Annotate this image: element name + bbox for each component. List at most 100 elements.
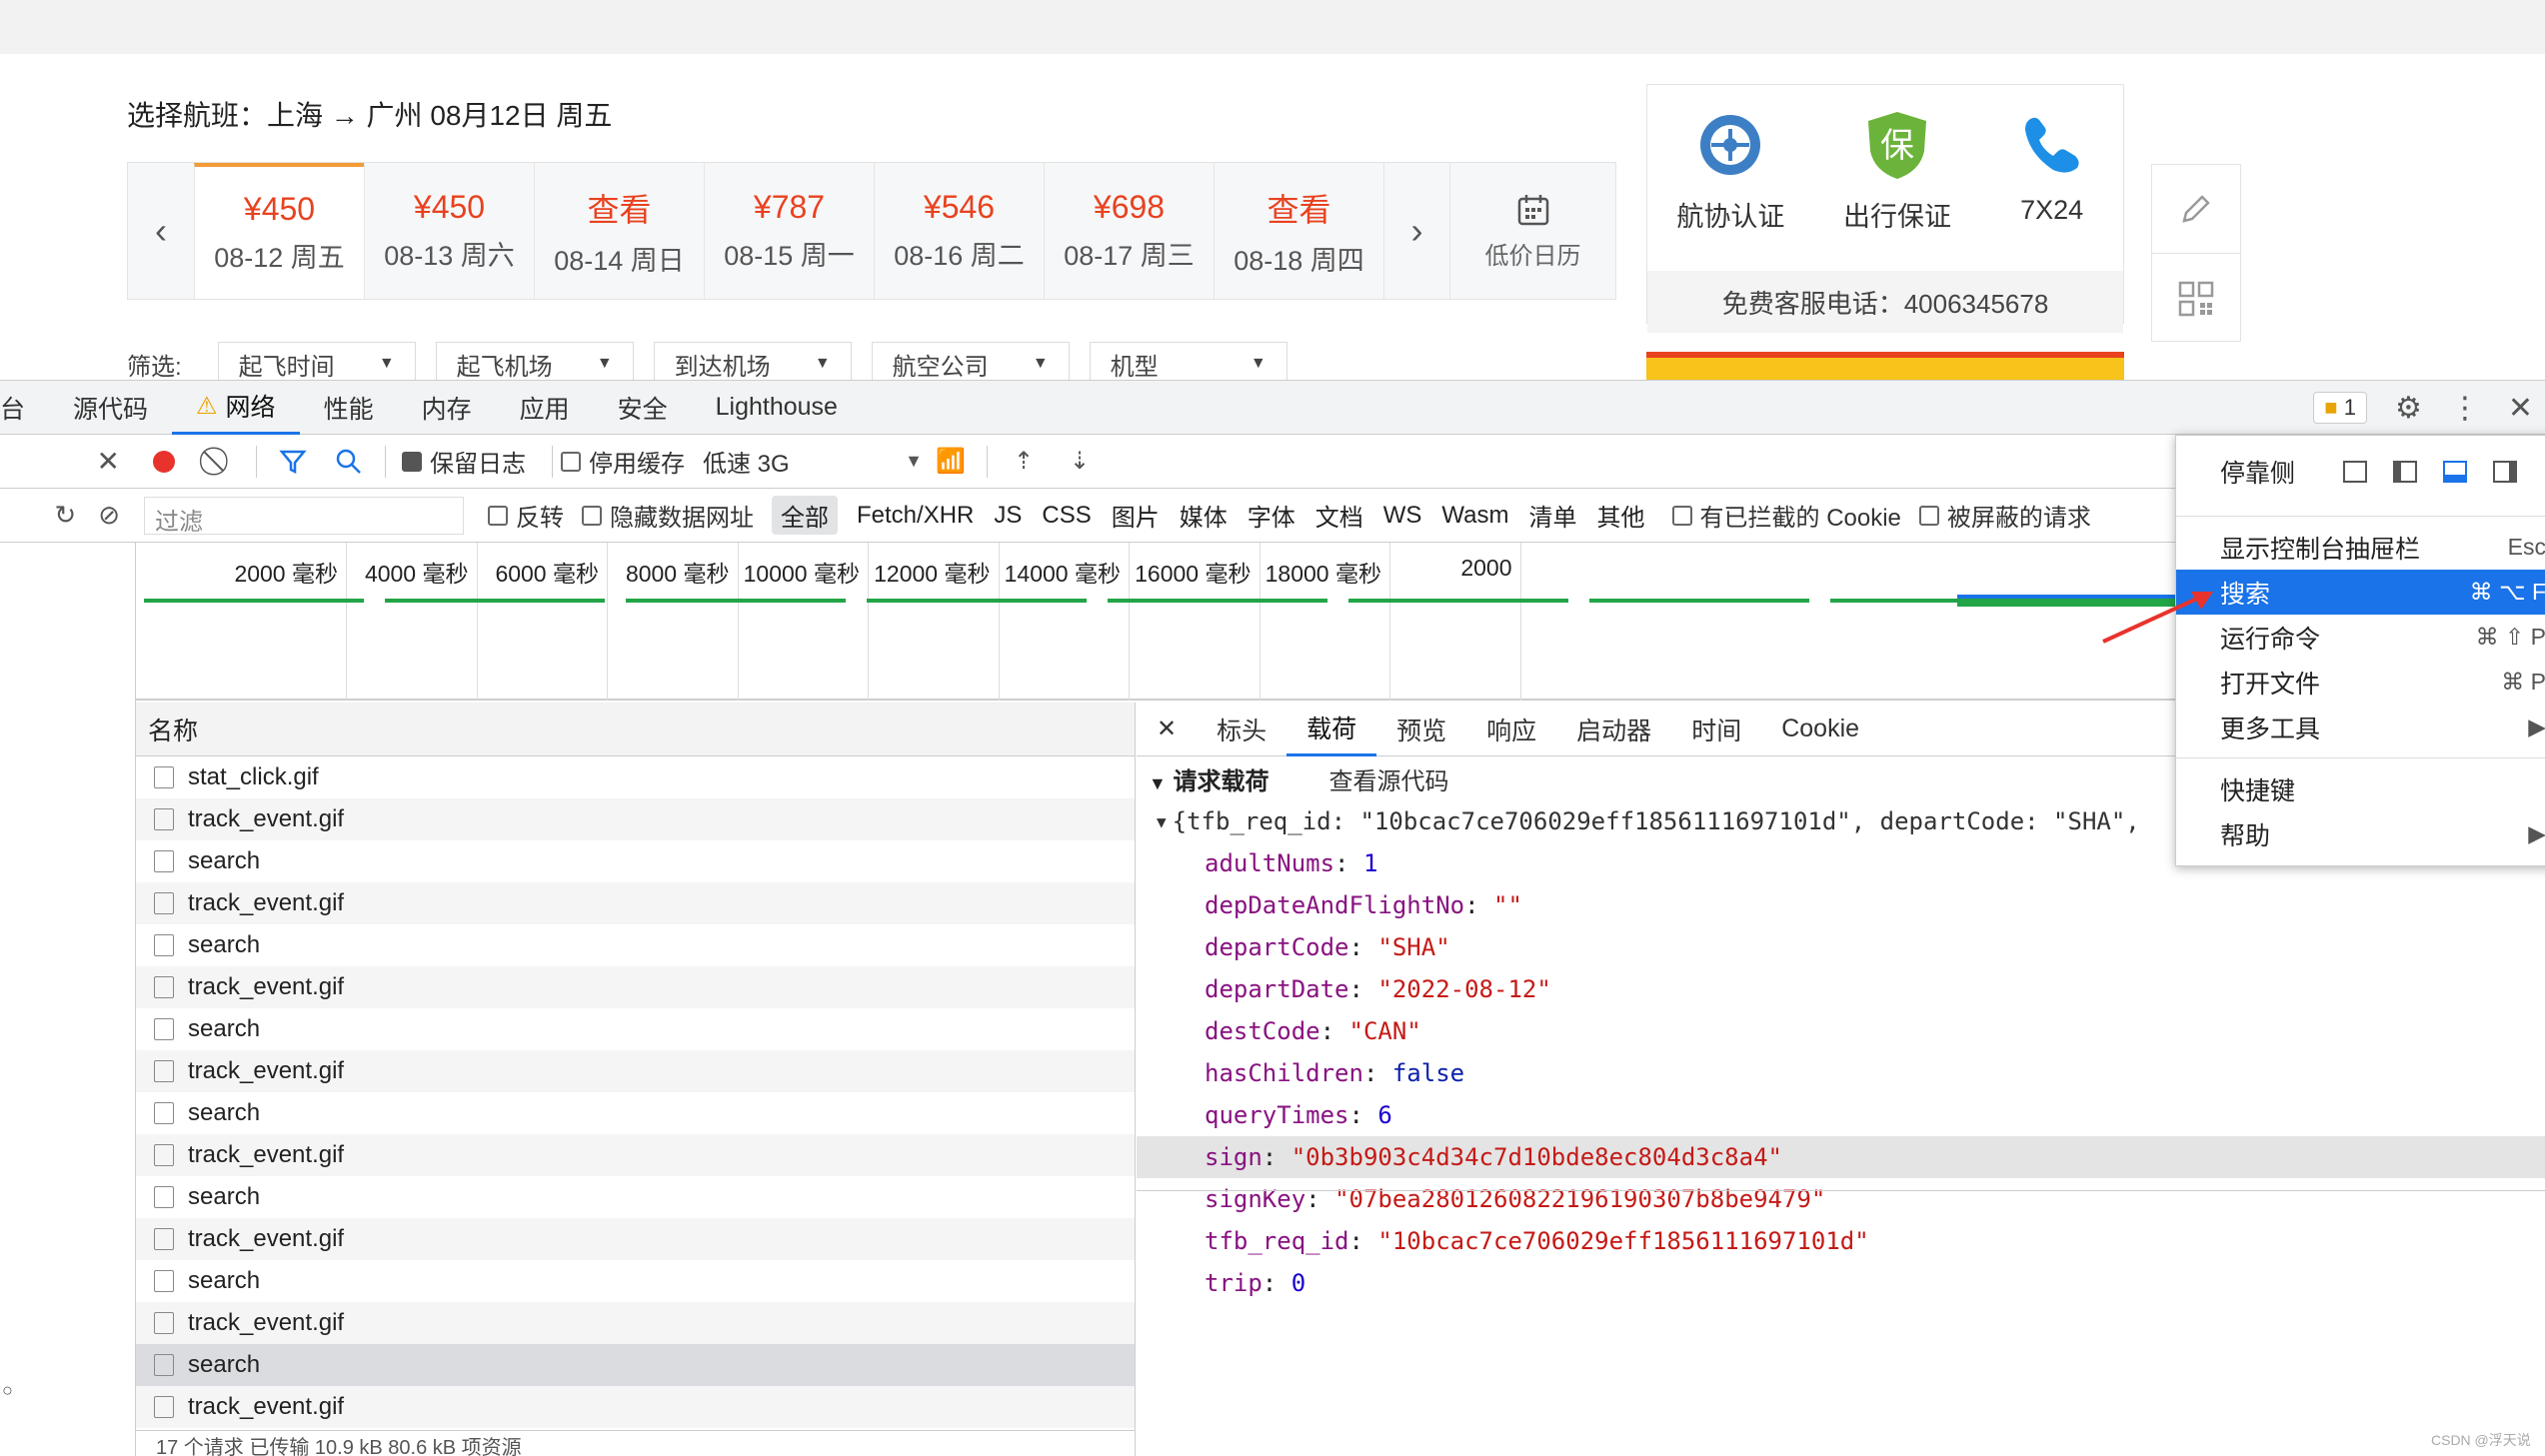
- request-row[interactable]: track_event.gif: [136, 966, 1135, 1008]
- record-button[interactable]: [136, 435, 192, 489]
- filter-dropdown[interactable]: 起飞时间 ▼: [217, 342, 416, 380]
- request-row[interactable]: search: [136, 1092, 1135, 1134]
- block-icon[interactable]: ⊘: [98, 500, 120, 531]
- payload-field[interactable]: trip: 0: [1137, 1262, 2545, 1304]
- request-row[interactable]: track_event.gif: [136, 1134, 1135, 1176]
- clear-button[interactable]: ⃠: [192, 435, 248, 489]
- menu-item[interactable]: 打开文件 ⌘ P: [2176, 660, 2545, 705]
- blocked-requests-checkbox[interactable]: 被屏蔽的请求: [1918, 498, 2091, 533]
- detail-tab[interactable]: 标头: [1197, 703, 1286, 756]
- menu-item[interactable]: 更多工具 ▶: [2176, 705, 2545, 749]
- prev-date-button[interactable]: ‹: [128, 163, 194, 299]
- request-row[interactable]: search: [136, 840, 1135, 882]
- qr-code-button[interactable]: [2152, 254, 2240, 343]
- close-devtools-icon[interactable]: ✕: [2508, 391, 2533, 426]
- filter-dropdown[interactable]: 机型 ▼: [1089, 342, 1287, 380]
- menu-item[interactable]: 快捷键: [2176, 766, 2545, 811]
- resource-type-filter[interactable]: Fetch/XHR: [848, 500, 983, 532]
- date-option[interactable]: ¥787 08-15 周一: [704, 163, 874, 299]
- request-row[interactable]: track_event.gif: [136, 798, 1135, 840]
- detail-tab[interactable]: Cookie: [1761, 703, 1879, 756]
- more-options-icon[interactable]: ⋮: [2450, 391, 2480, 426]
- devtools-tab[interactable]: 台: [0, 381, 49, 435]
- resource-type-filter[interactable]: 文档: [1306, 496, 1372, 535]
- request-row[interactable]: search: [136, 1344, 1135, 1386]
- invert-checkbox[interactable]: 反转: [488, 498, 564, 533]
- reload-icon[interactable]: ↻: [54, 500, 76, 531]
- resource-type-filter[interactable]: 其他: [1588, 496, 1654, 535]
- payload-section-toggle[interactable]: ▼ 请求载荷: [1149, 761, 1270, 796]
- promo-banner[interactable]: [1646, 352, 2124, 380]
- request-row[interactable]: search: [136, 924, 1135, 966]
- preserve-log-checkbox[interactable]: 保留日志: [402, 444, 526, 479]
- menu-item[interactable]: 帮助 ▶: [2176, 811, 2545, 856]
- payload-field[interactable]: departCode: "SHA": [1137, 926, 2545, 968]
- date-option[interactable]: ¥450 08-13 周六: [364, 163, 534, 299]
- filter-toggle-button[interactable]: [265, 435, 321, 489]
- payload-field[interactable]: departDate: "2022-08-12": [1137, 968, 2545, 1010]
- detail-tab[interactable]: 响应: [1466, 703, 1556, 756]
- export-har-button[interactable]: ⇣: [1052, 435, 1108, 489]
- request-row[interactable]: track_event.gif: [136, 1218, 1135, 1260]
- date-option[interactable]: 查看 08-18 周四: [1214, 163, 1383, 299]
- payload-field[interactable]: destCode: "CAN": [1137, 1010, 2545, 1052]
- resource-type-filter[interactable]: 字体: [1239, 496, 1304, 535]
- low-price-calendar-button[interactable]: 低价日历: [1449, 163, 1615, 299]
- hide-data-urls-checkbox[interactable]: 隐藏数据网址: [582, 498, 754, 533]
- search-button[interactable]: [321, 435, 377, 489]
- resource-type-filter[interactable]: CSS: [1033, 500, 1100, 532]
- name-column-header[interactable]: 名称: [136, 703, 1135, 756]
- request-row[interactable]: stat_click.gif: [136, 756, 1135, 798]
- detail-tab[interactable]: 启动器: [1556, 703, 1671, 756]
- date-option[interactable]: ¥698 08-17 周三: [1044, 163, 1214, 299]
- resource-type-filter[interactable]: JS: [985, 500, 1031, 532]
- devtools-tab[interactable]: 性能: [300, 381, 398, 435]
- devtools-tab[interactable]: 安全: [594, 381, 692, 435]
- payload-field[interactable]: sign: "0b3b903c4d34c7d10bde8ec804d3c8a4": [1137, 1136, 2545, 1178]
- next-date-button[interactable]: ›: [1383, 163, 1449, 299]
- resource-type-filter[interactable]: WS: [1374, 500, 1431, 532]
- detail-tab[interactable]: 时间: [1671, 703, 1761, 756]
- close-drawer-button[interactable]: ✕: [0, 435, 136, 489]
- payload-field[interactable]: depDateAndFlightNo: "": [1137, 884, 2545, 926]
- filter-dropdown[interactable]: 航空公司 ▼: [871, 342, 1070, 380]
- filter-dropdown[interactable]: 到达机场 ▼: [653, 342, 852, 380]
- resource-type-filter[interactable]: 全部: [772, 496, 838, 535]
- request-row[interactable]: search: [136, 1176, 1135, 1218]
- resource-type-filter[interactable]: 清单: [1520, 496, 1586, 535]
- close-detail-button[interactable]: ✕: [1137, 703, 1197, 756]
- dock-right-icon[interactable]: [2493, 461, 2518, 483]
- resource-type-filter[interactable]: Wasm: [1432, 500, 1517, 532]
- disable-cache-checkbox[interactable]: 停用缓存: [561, 444, 685, 479]
- devtools-tab[interactable]: 源代码: [49, 381, 172, 435]
- undock-icon[interactable]: [2343, 461, 2368, 483]
- request-row[interactable]: track_event.gif: [136, 1050, 1135, 1092]
- detail-tab[interactable]: 载荷: [1286, 703, 1377, 756]
- date-option[interactable]: 查看 08-14 周日: [534, 163, 704, 299]
- devtools-tab[interactable]: 内存: [398, 381, 496, 435]
- request-row[interactable]: search: [136, 1260, 1135, 1302]
- throttle-select[interactable]: 低速 3G ▼: [703, 444, 923, 479]
- resource-type-filter[interactable]: 媒体: [1171, 496, 1237, 535]
- request-row[interactable]: track_event.gif: [136, 1302, 1135, 1344]
- edit-button[interactable]: [2152, 165, 2240, 254]
- devtools-tab[interactable]: ⚠ 网络: [172, 381, 300, 435]
- network-conditions-button[interactable]: 📶: [923, 435, 979, 489]
- network-timeline-overview[interactable]: 2000 毫秒 4000 毫秒 6000 毫秒 8000 毫秒 10000 毫秒 1200…: [136, 543, 2291, 701]
- dock-bottom-icon[interactable]: [2443, 461, 2468, 483]
- request-row[interactable]: search: [136, 1008, 1135, 1050]
- issues-badge[interactable]: ■ 1: [2313, 392, 2367, 424]
- menu-item[interactable]: 运行命令 ⌘ ⇧ P: [2176, 615, 2545, 660]
- detail-tab[interactable]: 预览: [1376, 703, 1466, 756]
- settings-gear-icon[interactable]: ⚙: [2395, 391, 2422, 426]
- view-source-link[interactable]: 查看源代码: [1329, 761, 1449, 796]
- request-row[interactable]: track_event.gif: [136, 1386, 1135, 1428]
- filter-dropdown[interactable]: 起飞机场 ▼: [435, 342, 634, 380]
- devtools-tab[interactable]: Lighthouse: [692, 381, 862, 435]
- blocked-cookies-checkbox[interactable]: 有已拦截的 Cookie: [1671, 498, 1901, 533]
- payload-field[interactable]: queryTimes: 6: [1137, 1094, 2545, 1136]
- payload-field[interactable]: hasChildren: false: [1137, 1052, 2545, 1094]
- request-row[interactable]: track_event.gif: [136, 882, 1135, 924]
- import-har-button[interactable]: ⇡: [996, 435, 1052, 489]
- payload-field[interactable]: tfb_req_id: "10bcac7ce706029eff185611169…: [1137, 1220, 2545, 1262]
